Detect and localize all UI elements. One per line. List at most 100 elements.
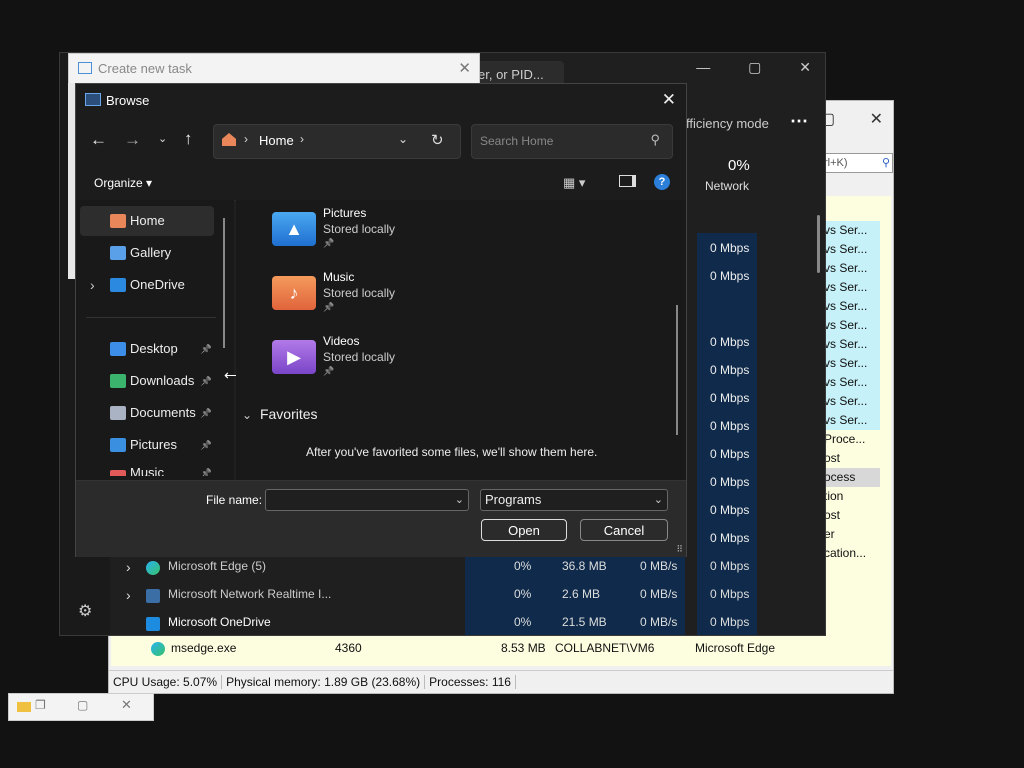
description-cell: vs Ser... <box>824 413 868 427</box>
table-row[interactable]: msedge.exe 4360 8.53 MB COLLABNET\VM6 Mi… <box>149 641 889 659</box>
nav-scrollbar[interactable] <box>223 218 225 348</box>
network-value: 0 Mbps <box>710 503 750 517</box>
search-box[interactable]: rl+K) ⚲ <box>821 153 893 173</box>
forward-icon[interactable]: → <box>124 130 141 150</box>
open-button[interactable]: Open <box>481 519 567 541</box>
back-icon[interactable]: ← <box>90 130 107 150</box>
folder-item-videos[interactable]: ▶ Videos Stored locally 📌 <box>272 332 472 392</box>
resize-grip-icon[interactable]: ⠿ <box>676 544 683 555</box>
folder-name: Music <box>323 270 355 284</box>
address-bar[interactable]: › Home › ⌄ ↻ <box>213 124 461 159</box>
expand-icon[interactable]: › <box>126 587 131 603</box>
description-cell: vs Ser... <box>824 261 868 275</box>
close-icon[interactable]: ✕ <box>799 59 811 75</box>
pictures-icon <box>110 438 126 452</box>
help-icon[interactable]: ? <box>654 174 670 190</box>
content-pane: ⌄ Favorites After you've favorited some … <box>236 200 686 480</box>
scrollbar[interactable] <box>817 215 820 273</box>
favorites-header[interactable]: ⌄ Favorites <box>242 406 318 422</box>
recent-locations-icon[interactable]: ⌄ <box>158 132 167 145</box>
nav-item-downloads[interactable]: Downloads 📌 <box>80 366 214 396</box>
process-row[interactable]: Microsoft OneDrive 0% 21.5 MB 0 MB/s 0 Mbps <box>120 615 760 635</box>
cpu-value: 0% <box>514 587 532 601</box>
up-icon[interactable]: ↑ <box>184 129 193 149</box>
folder-status: Stored locally <box>323 286 396 300</box>
cancel-button[interactable]: Cancel <box>580 519 668 541</box>
process-row[interactable]: › Microsoft Network Realtime I... 0% 2.6 MB… <box>120 587 760 607</box>
pin-icon: 📌 <box>323 302 335 312</box>
folder-status: Stored locally <box>323 222 396 236</box>
preview-pane-icon[interactable] <box>619 175 636 187</box>
cpu-value: 0% <box>514 615 532 629</box>
network-value: 0 Mbps <box>710 475 750 489</box>
process-row[interactable]: › Microsoft Edge (5) 0% 36.8 MB 0 MB/s 0 Mbps <box>120 559 760 579</box>
app-icon <box>146 617 160 631</box>
close-icon[interactable]: ✕ <box>662 90 676 110</box>
breadcrumb-home[interactable]: Home <box>259 133 294 148</box>
process-pid: 4360 <box>335 641 362 655</box>
network-header[interactable]: Network <box>705 179 749 193</box>
description-cell: vs Ser... <box>824 394 868 408</box>
expand-icon[interactable]: › <box>126 559 131 575</box>
process-name: Microsoft Edge (5) <box>168 559 267 573</box>
description-cell: vs Ser... <box>824 280 868 294</box>
pin-icon: 📌 <box>323 366 335 376</box>
nav-item-desktop[interactable]: Desktop 📌 <box>80 334 214 364</box>
chevron-down-icon[interactable]: ⌄ <box>455 490 464 510</box>
close-icon[interactable]: ✕ <box>458 59 471 77</box>
folder-item-music[interactable]: ♪ Music Stored locally 📌 <box>272 268 472 328</box>
minimize-icon[interactable]: — <box>696 59 710 75</box>
refresh-icon[interactable]: ↻ <box>431 131 444 149</box>
search-input[interactable]: Search Home ⚲ <box>471 124 673 159</box>
home-icon <box>222 133 236 146</box>
network-value: 0 Mbps <box>710 241 750 255</box>
efficiency-mode-button[interactable]: fficiency mode <box>686 116 769 131</box>
folder-item-pictures[interactable]: ▲ Pictures Stored locally 📌 <box>272 204 472 264</box>
nav-divider <box>86 317 216 318</box>
more-icon[interactable]: ⋯ <box>790 111 808 132</box>
close-icon[interactable]: ✕ <box>870 111 883 128</box>
settings-icon[interactable]: ⚙ <box>78 601 92 621</box>
memory-value: 21.5 MB <box>562 615 607 629</box>
minimized-window[interactable]: ❐ ▢ ✕ <box>8 693 154 721</box>
view-options-icon[interactable]: ▦ ▾ <box>563 175 585 191</box>
nav-item-label: Pictures <box>130 437 177 452</box>
create-task-dialog: Create new task ✕ <box>68 53 480 85</box>
chevron-right-icon: › <box>244 132 248 146</box>
content-scrollbar[interactable] <box>676 305 678 435</box>
command-bar: Organize ▾ ▦ ▾ ? <box>76 166 686 201</box>
nav-item-pictures[interactable]: Pictures 📌 <box>80 430 214 460</box>
description-cell: vs Ser... <box>824 223 868 237</box>
nav-item-label: Home <box>130 213 165 228</box>
close-icon[interactable]: ✕ <box>121 697 132 713</box>
nav-item-onedrive[interactable]: OneDrive › <box>80 270 214 300</box>
maximize-icon[interactable]: ▢ <box>748 59 761 75</box>
organize-button[interactable]: Organize ▾ <box>94 176 152 190</box>
maximize-icon[interactable]: ▢ <box>77 698 88 712</box>
pin-icon: 📌 <box>200 376 212 386</box>
network-value: 0 Mbps <box>710 531 750 545</box>
file-type-select[interactable]: Programs ⌄ <box>480 489 668 511</box>
description-cell: cation... <box>822 544 880 563</box>
file-name-input[interactable]: ⌄ <box>265 489 469 511</box>
network-value: 0 Mbps <box>710 615 750 629</box>
physical-memory: Physical memory: 1.89 GB (23.68%) <box>222 675 426 689</box>
folder-name: Videos <box>323 334 360 348</box>
search-icon[interactable]: ⚲ <box>650 132 660 148</box>
process-name: Microsoft OneDrive <box>168 615 271 629</box>
nav-item-music[interactable]: Music 📌 <box>80 462 214 476</box>
nav-item-home[interactable]: Home <box>80 206 214 236</box>
restore-icon[interactable]: ❐ <box>35 698 46 712</box>
address-dropdown-icon[interactable]: ⌄ <box>398 132 408 146</box>
nav-item-documents[interactable]: Documents 📌 <box>80 398 214 428</box>
title-bar: Browse ✕ <box>76 84 686 116</box>
pin-icon: 📌 <box>200 408 212 418</box>
downloads-icon <box>110 374 126 388</box>
file-name-label: File name: <box>206 493 263 507</box>
nav-item-gallery[interactable]: Gallery <box>80 238 214 268</box>
search-icon[interactable]: ⚲ <box>882 154 890 172</box>
description-cell: ocess <box>822 468 880 487</box>
disk-value: 0 MB/s <box>640 587 678 601</box>
expand-icon[interactable]: › <box>90 270 95 300</box>
app-icon <box>146 589 160 603</box>
